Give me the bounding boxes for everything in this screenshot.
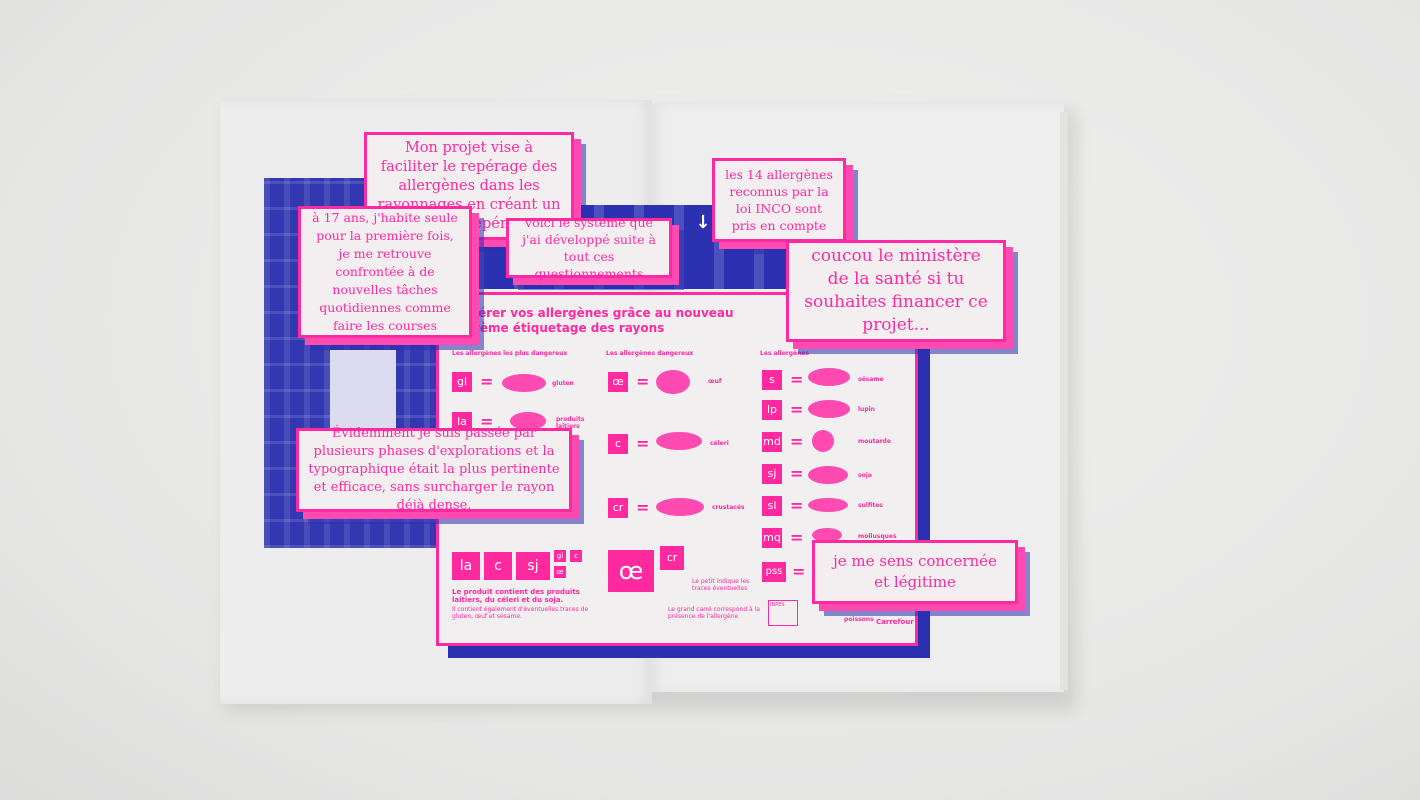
allergen-label: crustacés bbox=[712, 504, 745, 511]
allergen-code: cr bbox=[608, 498, 628, 518]
allergen-code: sj bbox=[762, 464, 782, 484]
allergen-label: sulfites bbox=[858, 502, 883, 509]
column-heading-most-dangerous: Les allergènes les plus dangereux bbox=[452, 350, 568, 357]
inpes-stamp: INPES bbox=[768, 600, 798, 626]
allergen-code: pss bbox=[762, 562, 786, 582]
legend-big-code: œ bbox=[608, 550, 654, 592]
card-ministry-text: coucou le ministère de la santé si tu so… bbox=[804, 246, 988, 335]
card-ministry: coucou le ministère de la santé si tu so… bbox=[786, 240, 1006, 342]
allergen-label: œuf bbox=[708, 378, 722, 385]
legend-small-code: cr bbox=[660, 546, 684, 570]
example-code: c bbox=[484, 552, 512, 580]
allergen-label: céleri bbox=[710, 440, 729, 447]
legend-small-text: Le petit indique les traces éventuelles bbox=[692, 578, 750, 592]
card-concerned: je me sens concernée et légitime bbox=[812, 540, 1018, 604]
allergen-label: mollusques bbox=[858, 533, 897, 540]
card-context-text: à 17 ans, j'habite seule pour la premièr… bbox=[312, 210, 458, 333]
allergen-label: moutarde bbox=[858, 438, 891, 445]
equals-sign: = bbox=[636, 434, 650, 453]
allergen-label: sésame bbox=[858, 376, 884, 383]
flour-icon bbox=[502, 374, 546, 392]
brand-logo: Carrefour bbox=[876, 618, 914, 626]
example-small-code: c bbox=[570, 550, 582, 562]
book-page-edge bbox=[1060, 112, 1068, 690]
allergen-code: sl bbox=[762, 496, 782, 516]
column-heading-allergens: Les allergènes bbox=[760, 350, 810, 357]
allergen-label: soja bbox=[858, 472, 872, 479]
allergen-code: œ bbox=[608, 372, 628, 392]
card-fourteen-allergens-text: les 14 allergènes reconnus par la loi IN… bbox=[725, 167, 833, 233]
allergen-code: c bbox=[608, 434, 628, 454]
card-fourteen-allergens: les 14 allergènes reconnus par la loi IN… bbox=[712, 158, 846, 242]
equals-sign: = bbox=[790, 370, 804, 389]
example-code: sj bbox=[516, 552, 550, 580]
example-small-code: œ bbox=[554, 566, 566, 578]
card-explorations: Évidemment je suis passée par plusieurs … bbox=[296, 426, 572, 513]
soy-icon bbox=[808, 466, 848, 484]
sesame-icon bbox=[808, 368, 850, 386]
equals-sign: = bbox=[790, 528, 804, 547]
equals-sign: = bbox=[790, 400, 804, 419]
card-system-text: voici le système que j'ai développé suit… bbox=[522, 215, 656, 281]
equals-sign: = bbox=[636, 372, 650, 391]
legend-big-text: Le grand carré correspond à la présence … bbox=[668, 606, 760, 620]
card-concerned-text: je me sens concernée et légitime bbox=[833, 552, 997, 591]
example-caption: Le produit contient des produits laitier… bbox=[452, 588, 580, 604]
equals-sign: = bbox=[790, 496, 804, 515]
crustacean-icon bbox=[656, 498, 704, 516]
allergen-code: gl bbox=[452, 372, 472, 392]
example-small-code: gl bbox=[554, 550, 566, 562]
celery-icon bbox=[656, 432, 702, 450]
allergen-code: s bbox=[762, 370, 782, 390]
wine-glass-icon bbox=[808, 498, 848, 512]
allergen-label: gluten bbox=[552, 380, 574, 387]
equals-sign: = bbox=[636, 498, 650, 517]
column-heading-dangerous: Les allergènes dangereux bbox=[606, 350, 694, 357]
allergen-code: md bbox=[762, 432, 782, 452]
allergen-label: lupin bbox=[858, 406, 875, 413]
equals-sign: = bbox=[792, 562, 806, 581]
lupin-icon bbox=[808, 400, 850, 418]
egg-icon bbox=[656, 370, 690, 394]
mustard-icon bbox=[812, 430, 834, 452]
equals-sign: = bbox=[790, 432, 804, 451]
card-explorations-text: Évidemment je suis passée par plusieurs … bbox=[308, 426, 560, 513]
poster-title: Repérer vos allergènes grâce au nouveau … bbox=[452, 306, 734, 335]
equals-sign: = bbox=[790, 464, 804, 483]
example-code: la bbox=[452, 552, 480, 580]
allergen-code: mq bbox=[762, 528, 782, 548]
equals-sign: = bbox=[480, 372, 494, 391]
allergen-label: poissons bbox=[844, 616, 874, 623]
card-system: voici le système que j'ai développé suit… bbox=[506, 215, 672, 281]
card-context: à 17 ans, j'habite seule pour la premièr… bbox=[298, 206, 472, 338]
allergen-code: lp bbox=[762, 400, 782, 420]
example-caption-traces: Il contient également d'éventuelles trac… bbox=[452, 606, 589, 620]
